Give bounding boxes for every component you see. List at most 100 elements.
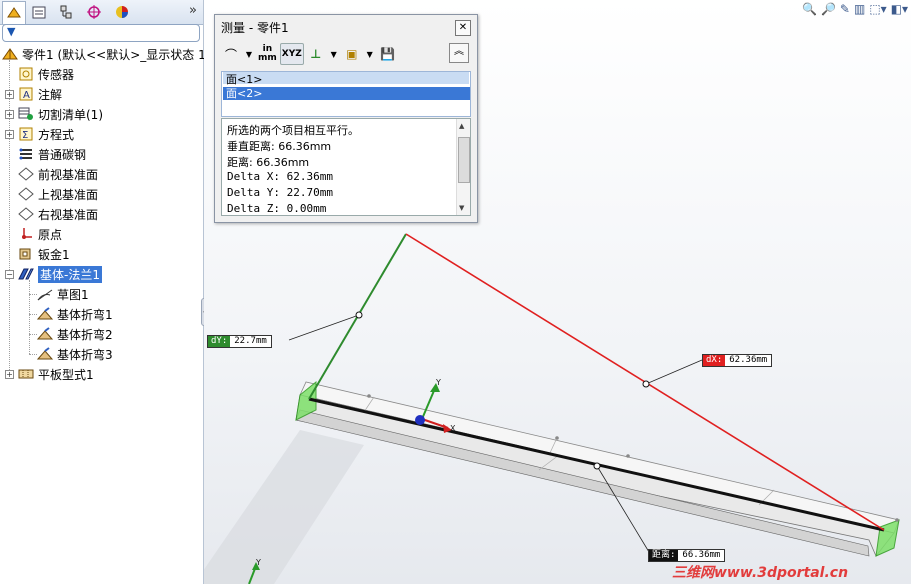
previous-view-icon[interactable]: ✎ bbox=[840, 2, 850, 16]
expand-toggle[interactable]: + bbox=[5, 130, 14, 139]
triad-x-label: X bbox=[450, 424, 456, 433]
tree-item-flat-pattern[interactable]: 平板型式1 bbox=[18, 364, 94, 384]
tree-item-front-plane[interactable]: 前视基准面 bbox=[18, 164, 98, 184]
chevron-up-icon: ︽ bbox=[454, 46, 464, 57]
tree-item-part[interactable]: 零件1 (默认<<默认>_显示状态 1 bbox=[2, 44, 206, 64]
panel-tab-bar: » bbox=[0, 0, 203, 25]
tree-item-bend-1[interactable]: 基体折弯1 bbox=[37, 304, 113, 324]
dy-callout-tag: dY: bbox=[208, 336, 231, 347]
result-line: Delta X: 62.36mm bbox=[227, 170, 333, 183]
expand-toggle[interactable]: + bbox=[5, 370, 14, 379]
selection-item-highlighted[interactable]: 面<2> bbox=[223, 87, 470, 100]
units-precision-button[interactable]: in mm bbox=[257, 44, 278, 64]
property-manager-tab[interactable] bbox=[28, 1, 50, 22]
result-line: 垂直距离: 66.36mm bbox=[227, 140, 332, 153]
distance-callout-value: 66.36mm bbox=[682, 550, 721, 560]
tree-item-bend-3[interactable]: 基体折弯3 bbox=[37, 344, 113, 364]
view-orientation-icon[interactable]: ⬚▾ bbox=[869, 2, 886, 16]
projection-icon[interactable]: ▣ bbox=[342, 44, 362, 64]
crosshair-icon bbox=[87, 4, 101, 19]
chevron-right-icon[interactable]: » bbox=[189, 3, 197, 18]
tree-item-base-flange[interactable]: 基体-法兰1 bbox=[18, 264, 102, 284]
feature-manager-panel: » ▼ 零件1 (默认<<默认>_显示状态 1 传感器 + A 注解 + 切割清… bbox=[0, 0, 206, 584]
measure-dialog-title: 测量 - 零件1 bbox=[221, 21, 289, 35]
funnel-icon: ▼ bbox=[7, 25, 16, 38]
section-view-icon[interactable]: ▥ bbox=[854, 2, 865, 16]
zoom-to-fit-icon[interactable]: 🔍 bbox=[802, 2, 817, 16]
property-icon bbox=[32, 6, 46, 18]
expand-toggle[interactable]: + bbox=[5, 90, 14, 99]
tree-item-annotations[interactable]: A 注解 bbox=[18, 84, 62, 104]
xyz-measure-button[interactable]: XYZ bbox=[279, 43, 304, 65]
heads-up-view-toolbar: 🔍 🔎 ✎ ▥ ⬚▾ ◧▾ ◌▾ ● ♣▾ ▤▾ bbox=[802, 0, 911, 18]
chevron-down-icon[interactable]: ▼ bbox=[243, 44, 255, 64]
tree-item-material[interactable]: 普通碳钢 bbox=[18, 144, 86, 164]
equation-icon: Σ bbox=[18, 127, 34, 141]
feature-tree-icon bbox=[7, 7, 21, 18]
scrollbar-thumb[interactable] bbox=[458, 137, 470, 183]
feature-tree-tab[interactable] bbox=[2, 1, 26, 24]
dimxpert-tab[interactable] bbox=[83, 1, 105, 22]
selection-item[interactable]: 面<1> bbox=[223, 73, 470, 86]
measure-dialog: 测量 - 零件1 ✕ ⌒ ▼ in mm XYZ ⊥ ▼ ▣ ▼ 💾 ︽ 面<1>… bbox=[214, 14, 478, 223]
tree-item-sheetmetal[interactable]: 钣金1 bbox=[18, 244, 70, 264]
dy-callout[interactable]: dY: 22.7mm bbox=[207, 335, 272, 348]
dy-callout-value: 22.7mm bbox=[234, 336, 267, 346]
model-shadow bbox=[204, 430, 364, 584]
close-icon: ✕ bbox=[458, 22, 468, 33]
material-icon bbox=[18, 147, 34, 161]
sketch-icon bbox=[37, 287, 53, 301]
save-icon[interactable]: 💾 bbox=[378, 44, 398, 64]
triad-y-label: Y bbox=[436, 378, 441, 387]
selection-list[interactable]: 面<1> 面<2> bbox=[221, 71, 471, 117]
appearance-icon bbox=[116, 5, 128, 18]
plate-edge-face bbox=[295, 409, 870, 557]
result-line: 所选的两个项目相互平行。 bbox=[227, 124, 359, 137]
tree-filter-input[interactable]: ▼ bbox=[2, 24, 200, 42]
tree-item-right-plane[interactable]: 右视基准面 bbox=[18, 204, 98, 224]
svg-text:A: A bbox=[23, 90, 30, 101]
cutlist-icon bbox=[18, 107, 34, 121]
dx-callout[interactable]: dX: 62.36mm bbox=[702, 354, 773, 367]
origin-icon bbox=[18, 227, 34, 241]
measure-results-box: 所选的两个项目相互平行。 垂直距离: 66.36mm 距离: 66.36mm D… bbox=[221, 118, 471, 216]
sensor-icon bbox=[18, 67, 34, 81]
tree-item-origin[interactable]: 原点 bbox=[18, 224, 62, 244]
small-triad-y-label: Y bbox=[256, 558, 261, 567]
scroll-up-icon[interactable]: ▲ bbox=[459, 122, 464, 130]
distance-callout-tag: 距离: bbox=[649, 550, 679, 561]
zoom-area-icon[interactable]: 🔎 bbox=[821, 2, 836, 16]
close-button[interactable]: ✕ bbox=[455, 20, 471, 36]
plane-icon bbox=[18, 207, 34, 221]
tree-item-top-plane[interactable]: 上视基准面 bbox=[18, 184, 98, 204]
collapse-toggle[interactable]: − bbox=[5, 270, 14, 279]
tree-item-equations[interactable]: Σ 方程式 bbox=[18, 124, 74, 144]
results-scrollbar[interactable]: ▲ ▼ bbox=[456, 119, 470, 215]
distance-callout[interactable]: 距离: 66.36mm bbox=[648, 549, 726, 562]
scroll-down-icon[interactable]: ▼ bbox=[459, 204, 464, 212]
flat-pattern-icon bbox=[18, 367, 34, 381]
display-manager-tab[interactable] bbox=[111, 1, 133, 22]
arc-circle-measure-icon[interactable]: ⌒ bbox=[221, 44, 241, 64]
chevron-down-icon[interactable]: ▼ bbox=[364, 44, 376, 64]
tree-item-sketch[interactable]: 草图1 bbox=[37, 284, 89, 304]
display-style-icon[interactable]: ◧▾ bbox=[891, 2, 908, 16]
expand-toggle[interactable]: + bbox=[5, 110, 14, 119]
tree-item-bend-2[interactable]: 基体折弯2 bbox=[37, 324, 113, 344]
xyz-label: XYZ bbox=[281, 49, 302, 59]
collapse-button[interactable]: ︽ bbox=[449, 43, 469, 63]
svg-text:Σ: Σ bbox=[22, 130, 28, 141]
dx-midpoint-marker bbox=[642, 380, 650, 388]
tree-item-cutlist[interactable]: 切割清单(1) bbox=[18, 104, 103, 124]
point-to-point-icon[interactable]: ⊥ bbox=[306, 44, 326, 64]
tree-item-sensors[interactable]: 传感器 bbox=[18, 64, 74, 84]
part-icon bbox=[2, 47, 18, 61]
triad-origin-marker bbox=[415, 415, 425, 425]
configuration-manager-tab[interactable] bbox=[55, 1, 77, 22]
chevron-down-icon[interactable]: ▼ bbox=[328, 44, 340, 64]
plane-icon bbox=[18, 167, 34, 181]
plane-icon bbox=[18, 187, 34, 201]
dx-callout-value: 62.36mm bbox=[729, 355, 768, 365]
result-line: Delta Z: 0.00mm bbox=[227, 202, 327, 215]
units-mm-label: mm bbox=[258, 53, 277, 63]
